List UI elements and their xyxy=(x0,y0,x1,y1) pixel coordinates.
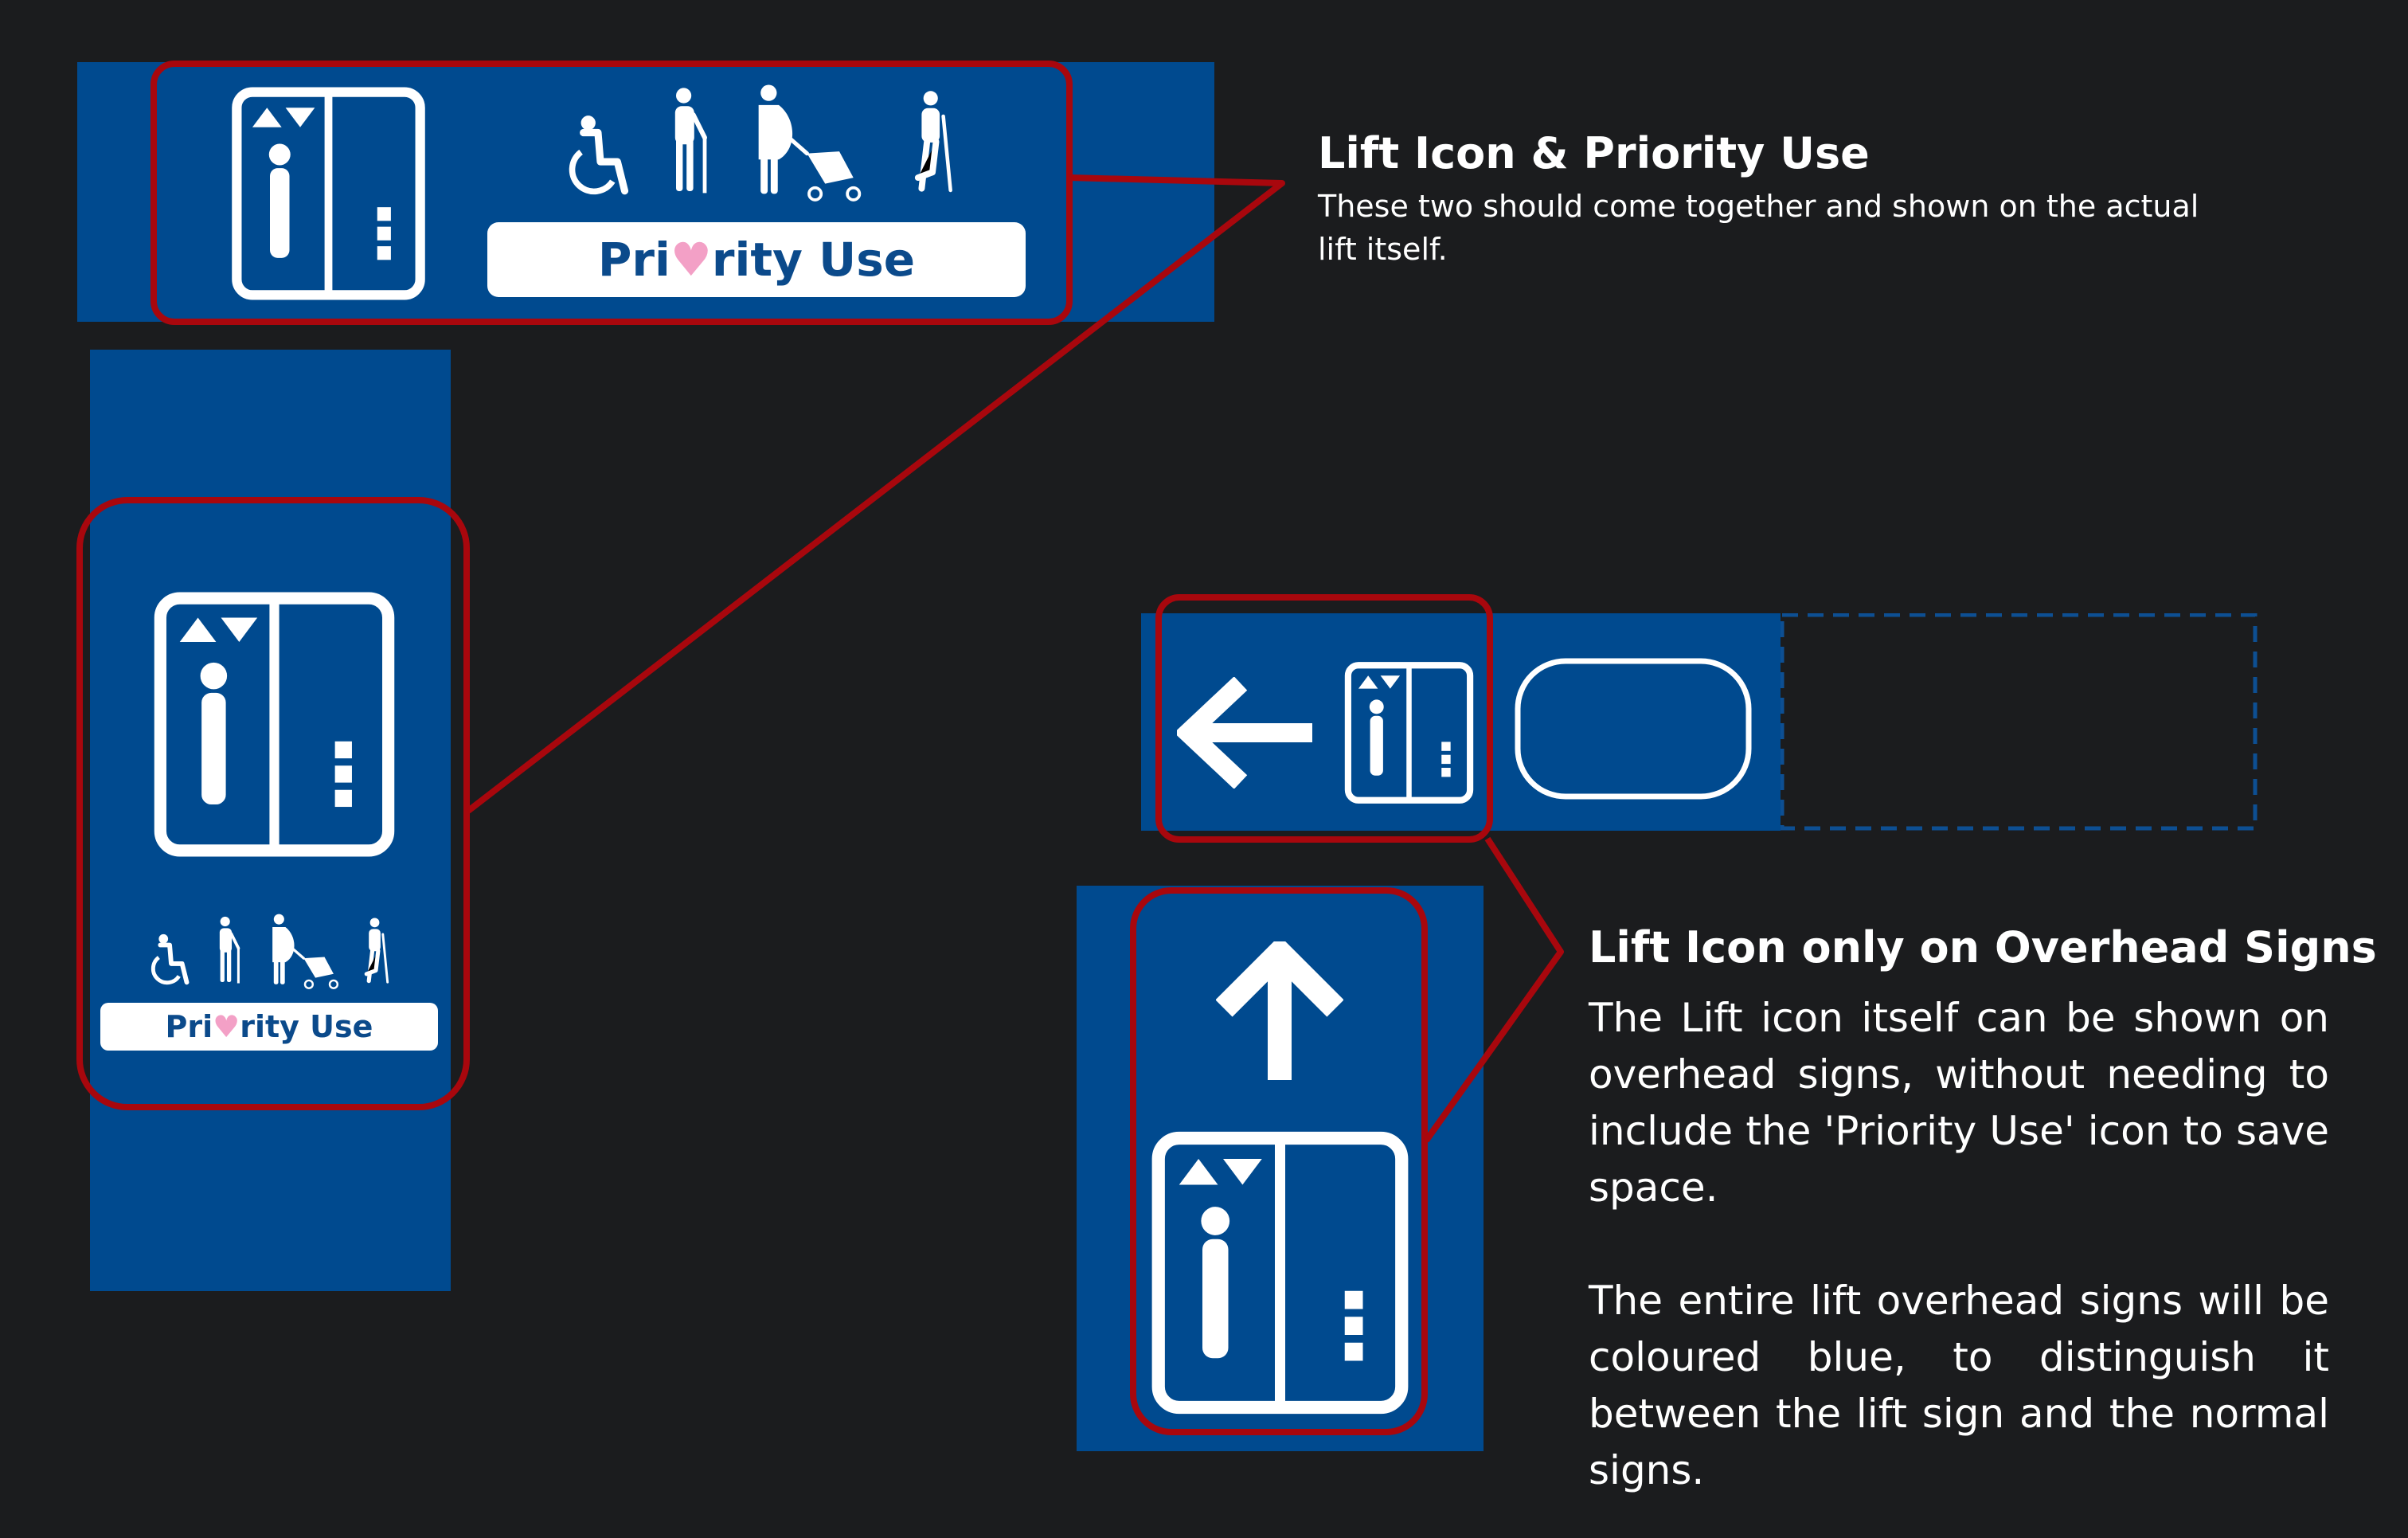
pregnant-woman-with-stroller-icon xyxy=(749,81,870,205)
lift-priority-sign-horizontal: Pri♥rity Use xyxy=(77,62,1214,322)
priority-label-part1: Pri xyxy=(597,233,670,287)
heart-icon: ♥ xyxy=(213,1009,240,1044)
lift-priority-sign-vertical: Pri♥rity Use xyxy=(90,350,451,1291)
wheelchair-user-icon xyxy=(563,108,638,205)
lift-icon xyxy=(1151,1130,1409,1415)
elderly-person-icon xyxy=(214,912,244,992)
arrow-left-icon xyxy=(1177,677,1312,789)
heart-icon: ♥ xyxy=(670,233,712,287)
elderly-person-icon xyxy=(666,81,714,205)
arrow-up-icon xyxy=(1216,941,1343,1080)
priority-description: These two should come together and shown… xyxy=(1318,189,2199,267)
priority-label-part2: rity Use xyxy=(711,233,916,287)
overhead-description: The Lift icon itself can be shown on ove… xyxy=(1589,990,2329,1499)
priority-use-label: Pri♥rity Use xyxy=(100,1003,438,1051)
lift-icon xyxy=(153,591,396,858)
priority-text-block: Lift Icon & Priority Use These two shoul… xyxy=(1318,127,2226,271)
overhead-paragraph-1: The Lift icon itself can be shown on ove… xyxy=(1589,995,2329,1211)
overhead-sign-vertical xyxy=(1077,886,1484,1451)
person-with-crutch-icon xyxy=(358,912,393,992)
person-with-crutch-icon xyxy=(905,81,960,205)
dashed-extension-outline xyxy=(1781,613,2258,831)
priority-heading: Lift Icon & Priority Use xyxy=(1318,128,1870,178)
overhead-paragraph-2: The entire lift overhead signs will be c… xyxy=(1589,1278,2329,1493)
wheelchair-user-icon xyxy=(147,929,195,992)
lift-icon xyxy=(1344,661,1474,804)
priority-label-part1: Pri xyxy=(165,1009,213,1044)
rounded-rectangle-placeholder xyxy=(1515,658,1752,800)
overhead-sign-horizontal xyxy=(1141,613,1781,831)
overhead-heading: Lift Icon only on Overhead Signs xyxy=(1589,922,2377,973)
lift-icon xyxy=(231,86,426,301)
priority-use-label: Pri♥rity Use xyxy=(487,222,1026,297)
overhead-text-block: Lift Icon only on Overhead Signs The Lif… xyxy=(1589,922,2377,1499)
priority-label-part2: rity Use xyxy=(240,1009,373,1044)
pregnant-woman-with-stroller-icon xyxy=(266,912,344,992)
